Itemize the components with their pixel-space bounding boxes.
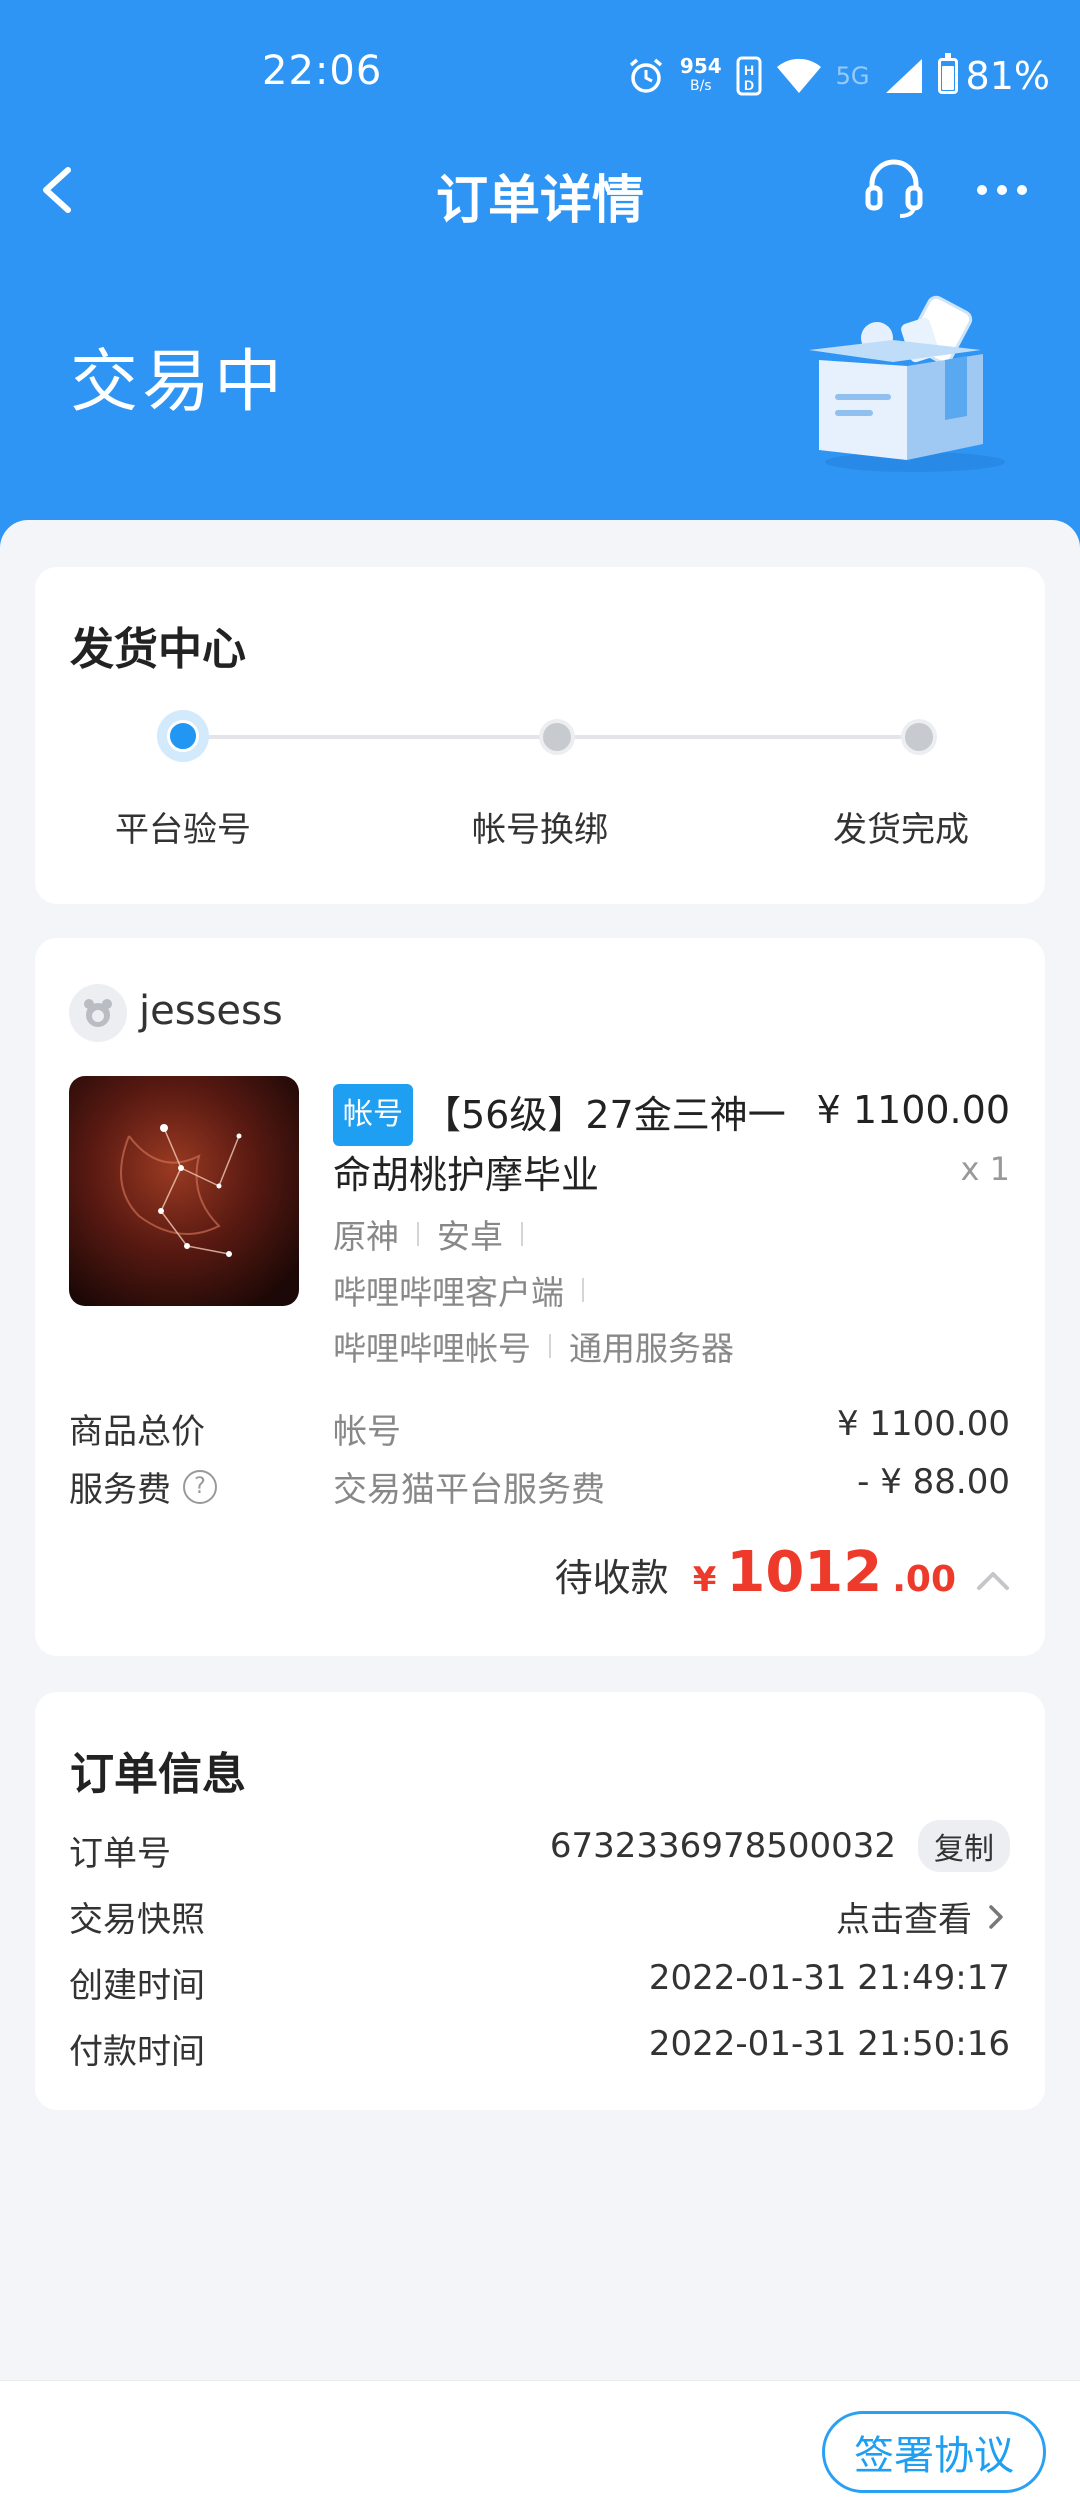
snapshot-label: 交易快照 — [69, 1900, 205, 1940]
created-time-value: 2022-01-31 21:49:17 — [648, 1958, 1010, 1998]
snapshot-link[interactable]: 点击查看 — [836, 1892, 1010, 1941]
order-number-row: 6732336978500032 复制 — [550, 1820, 1010, 1872]
bottom-action-bar: 签署协议 — [0, 2380, 1080, 2520]
total-price-value: ¥ 1100.00 — [836, 1404, 1010, 1444]
battery-icon — [937, 53, 958, 94]
product-image[interactable] — [69, 1076, 299, 1306]
pending-amount-integer: 1012 — [726, 1540, 883, 1605]
chevron-up-icon[interactable] — [976, 1569, 1010, 1591]
service-fee-value: - ¥ 88.00 — [857, 1462, 1010, 1502]
attr-divider — [582, 1278, 584, 1302]
hd-icon: H D — [736, 56, 762, 96]
status-icons: 954 B/s H D 5G 81% — [626, 48, 1050, 104]
attr-row: 哔哩哔哩客户端 — [333, 1266, 602, 1314]
wifi-icon — [776, 58, 821, 93]
service-fee-label-text: 服务费 — [69, 1470, 171, 1510]
attr-row: 哔哩哔哩帐号 通用服务器 — [333, 1322, 734, 1370]
step-connector — [569, 735, 913, 739]
pending-amount-row[interactable]: 待收款 ¥ 1012.00 — [555, 1540, 1010, 1605]
created-time-label: 创建时间 — [69, 1966, 205, 2006]
order-info-title: 订单信息 — [70, 1749, 246, 1800]
chevron-right-icon — [989, 1904, 1003, 1929]
paid-time-value: 2022-01-31 21:50:16 — [648, 2024, 1010, 2064]
delivery-title: 发货中心 — [70, 624, 246, 675]
step-label-complete: 发货完成 — [833, 810, 969, 850]
attr-divider — [521, 1222, 523, 1246]
attr-divider — [549, 1334, 551, 1358]
pending-amount-decimal: .00 — [892, 1559, 956, 1600]
total-price-desc: 帐号 — [333, 1412, 401, 1452]
help-question-icon[interactable]: ? — [183, 1469, 217, 1504]
seller-avatar[interactable] — [69, 984, 127, 1042]
attr-game: 原神 — [333, 1217, 399, 1256]
svg-text:H: H — [744, 62, 754, 78]
step-dot-active — [157, 710, 209, 762]
alarm-icon — [629, 58, 663, 93]
order-status-title: 交易中 — [70, 343, 287, 422]
delivery-center-card: 发货中心 平台验号 帐号换绑 发货完成 — [35, 567, 1045, 904]
attr-server: 通用服务器 — [569, 1329, 734, 1368]
order-number-value: 6732336978500032 — [549, 1826, 896, 1866]
constellation-image — [69, 1076, 299, 1306]
service-fee-label: 服务费 ? — [69, 1462, 217, 1511]
pending-label: 待收款 — [554, 1556, 669, 1600]
attr-client: 哔哩哔哩客户端 — [333, 1273, 564, 1312]
paid-time-label: 付款时间 — [69, 2032, 205, 2072]
total-price-label: 商品总价 — [69, 1412, 205, 1452]
step-label-verify: 平台验号 — [115, 810, 251, 850]
step-dot — [539, 719, 575, 755]
status-time: 22:06 — [262, 48, 383, 94]
net-speed-unit: B/s — [689, 78, 712, 94]
snapshot-link-text: 点击查看 — [836, 1900, 972, 1940]
net-speed: 954 B/s — [680, 56, 722, 96]
customer-service-icon[interactable] — [862, 154, 926, 218]
order-info-card: 订单信息 订单号 6732336978500032 复制 交易快照 点击查看 创… — [35, 1692, 1045, 2110]
net-speed-value: 954 — [679, 54, 722, 78]
pending-currency: ¥ — [692, 1560, 717, 1600]
sign-agreement-button[interactable]: 签署协议 — [822, 2411, 1046, 2493]
more-options-icon[interactable] — [972, 160, 1032, 220]
product-price: ¥ 1100.00 — [816, 1088, 1010, 1132]
product-quantity: x 1 — [960, 1150, 1010, 1188]
package-box-icon — [809, 295, 1005, 472]
header: 22:06 954 B/s H D 5G 81% 订单详情 交易中 — [0, 0, 1080, 580]
avatar-icon — [84, 999, 112, 1027]
network-5g-label: 5G — [835, 62, 870, 90]
order-number-label: 订单号 — [69, 1834, 171, 1874]
attr-platform: 安卓 — [437, 1217, 503, 1256]
attr-divider — [417, 1222, 419, 1246]
order-card: jessess 帐号 【56级】27金三神一命胡桃护摩毕业 ¥ 1100.00 … — [35, 938, 1045, 1656]
attr-row: 原神 安卓 — [333, 1210, 541, 1258]
nav-bar: 订单详情 — [0, 140, 1080, 240]
attr-account-type: 哔哩哔哩帐号 — [333, 1329, 531, 1368]
step-dot — [901, 719, 937, 755]
battery-percent: 81% — [965, 54, 1050, 98]
category-tag: 帐号 — [333, 1084, 413, 1146]
product-title[interactable]: 帐号 【56级】27金三神一命胡桃护摩毕业 — [333, 1084, 823, 1204]
copy-button[interactable]: 复制 — [918, 1820, 1010, 1872]
seller-name[interactable]: jessess — [139, 988, 283, 1034]
step-connector — [203, 735, 545, 739]
service-fee-desc: 交易猫平台服务费 — [333, 1470, 605, 1510]
status-bar: 22:06 954 B/s H D 5G 81% — [0, 40, 1080, 110]
svg-text:D: D — [744, 77, 754, 93]
battery: 81% — [937, 53, 1050, 98]
signal-icon — [885, 59, 922, 93]
step-label-rebind: 帐号换绑 — [472, 810, 608, 850]
